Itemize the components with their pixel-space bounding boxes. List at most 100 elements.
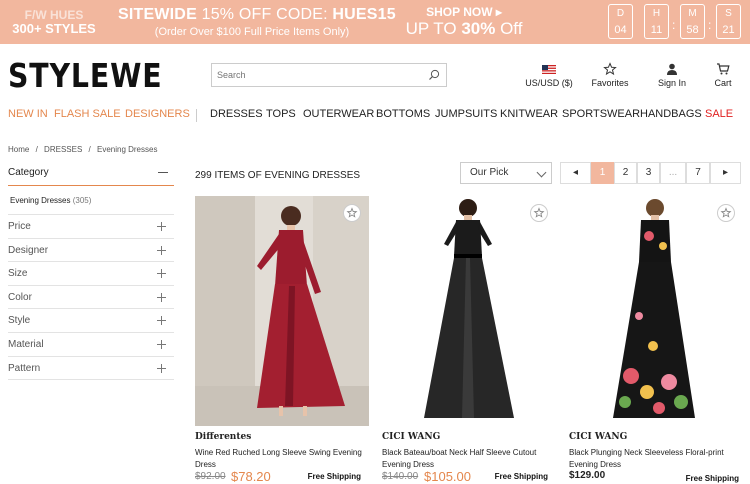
filter-style[interactable]: Style [8,309,174,333]
category-title: Category [8,167,49,178]
free-shipping-label: Free Shipping [307,472,361,481]
favorite-star-button[interactable] [717,204,735,222]
nav-handbags[interactable]: HANDBAGS [640,108,702,120]
favorites-label: Favorites [591,78,629,88]
sort-select[interactable]: Our Pick [460,162,552,184]
dress-photo-black-lace [382,196,556,426]
nav-bottoms[interactable]: BOTTOMS [376,108,430,120]
nav-outerwear[interactable]: OUTERWEAR [303,108,374,120]
page-button-2[interactable]: 2 [614,162,637,184]
search-icon[interactable] [428,69,440,81]
next-page-button[interactable]: ▸ [710,162,741,184]
product-name[interactable]: Wine Red Ruched Long Sleeve Swing Evenin… [195,447,369,471]
product-new-price: $105.00 [424,469,471,484]
filter-label: Style [8,315,31,327]
countdown-label: M [688,8,697,19]
expand-icon[interactable] [157,316,166,326]
dress-photo-floral [569,196,743,426]
product-brand[interactable]: CICI WANG [382,432,440,442]
favorite-star-button[interactable] [343,204,361,222]
site-logo[interactable]: STYLEWE [8,56,163,95]
nav-dresses[interactable]: DRESSES [210,108,263,120]
up-to-pct: 30% [461,19,496,38]
fw-prefix: F/W [24,8,50,22]
category-header[interactable]: Category [8,160,174,186]
search-input[interactable] [212,64,422,86]
filter-material[interactable]: Material [8,333,174,357]
product-image[interactable] [382,196,556,426]
filter-sidebar: Category Evening Dresses (305) Price Des… [8,160,174,381]
favorite-star-button[interactable] [530,204,548,222]
breadcrumb: Home / DRESSES / Evening Dresses [8,145,161,154]
free-shipping-label: Free Shipping [685,474,739,483]
filter-label: Pattern [8,362,41,374]
filter-designer[interactable]: Designer [8,239,174,263]
nav-knitwear[interactable]: KNITWEAR [500,108,558,120]
shop-now-link[interactable]: SHOP NOW ▸ UP TO 30% Off [404,5,524,39]
up-to-off: Off [495,19,523,38]
countdown-days: D 04 [608,4,633,39]
expand-icon[interactable] [157,269,166,279]
promo-banner[interactable]: F/W HUES 300+ STYLES SITEWIDE 15% OFF CO… [0,0,750,44]
star-icon [720,207,732,218]
expand-icon[interactable] [157,245,166,255]
product-image[interactable] [569,196,743,426]
fw-hues: HUES [49,8,84,22]
filter-pattern[interactable]: Pattern [8,357,174,381]
star-icon [603,62,617,76]
search-box[interactable] [211,63,447,87]
product-new-price: $78.20 [231,469,271,484]
filter-label: Material [8,338,44,350]
countdown-value: 11 [650,24,663,36]
fw-hues-promo[interactable]: F/W HUES 300+ STYLES [8,8,100,36]
filter-label: Designer [8,244,49,256]
favorites-link[interactable]: Favorites [588,62,632,88]
product-name[interactable]: Black Bateau/boat Neck Half Sleeve Cutou… [382,447,556,471]
product-image[interactable] [195,196,369,426]
breadcrumb-dresses[interactable]: DRESSES [44,145,82,154]
sitewide-prefix: SITEWIDE [118,6,202,23]
product-brand[interactable]: Differentes [195,432,251,442]
nav-new-in[interactable]: NEW IN [8,108,48,120]
promo-code: HUES15 [332,6,396,23]
countdown-label: H [652,8,661,19]
nav-sale[interactable]: SALE [705,108,733,120]
nav-flash-sale[interactable]: FLASH SALE [54,108,121,120]
prev-page-button[interactable]: ◂ [560,162,591,184]
breadcrumb-home[interactable]: Home [8,145,29,154]
expand-icon[interactable] [157,292,166,302]
countdown-sep: : [672,18,676,32]
breadcrumb-current: Evening Dresses [96,145,158,154]
filter-size[interactable]: Size [8,262,174,286]
nav-jumpsuits[interactable]: JUMPSUITS [435,108,497,120]
filter-price[interactable]: Price [8,215,174,239]
product-name[interactable]: Black Plunging Neck Sleeveless Floral-pr… [569,447,743,471]
nav-tops[interactable]: TOPS [266,108,296,120]
sitewide-promo[interactable]: SITEWIDE 15% OFF CODE: HUES15 (Order Ove… [118,6,396,38]
expand-icon[interactable] [157,363,166,373]
sign-in-link[interactable]: Sign In [652,62,692,88]
page-button-1[interactable]: 1 [591,162,614,184]
expand-icon[interactable] [157,339,166,349]
product-old-price: $140.00 [382,471,419,482]
nav-sportswear[interactable]: SPORTSWEAR [562,108,640,120]
product-price: $129.00 [569,470,606,481]
cart-icon [717,63,730,75]
product-brand[interactable]: CICI WANG [569,432,627,442]
order-note: (Order Over $100 Full Price Items Only) [154,26,350,38]
category-item-label: Evening Dresses [10,196,71,205]
countdown-value: 58 [686,24,699,36]
cart-link[interactable]: Cart [708,62,738,88]
nav-designers[interactable]: DESIGNERS [125,108,190,120]
product-old-price: $92.00 [195,471,226,482]
category-item-evening-dresses[interactable]: Evening Dresses (305) [8,186,174,215]
collapse-icon[interactable] [158,172,168,173]
page-button-3[interactable]: 3 [637,162,660,184]
expand-icon[interactable] [157,222,166,231]
filter-color[interactable]: Color [8,286,174,310]
user-icon [667,63,677,75]
currency-selector[interactable]: US/USD ($) [524,62,574,88]
shop-now-label: SHOP NOW ▸ [426,5,502,19]
sitewide-off: 15% OFF CODE: [201,6,333,23]
page-button-7[interactable]: 7 [686,162,710,184]
